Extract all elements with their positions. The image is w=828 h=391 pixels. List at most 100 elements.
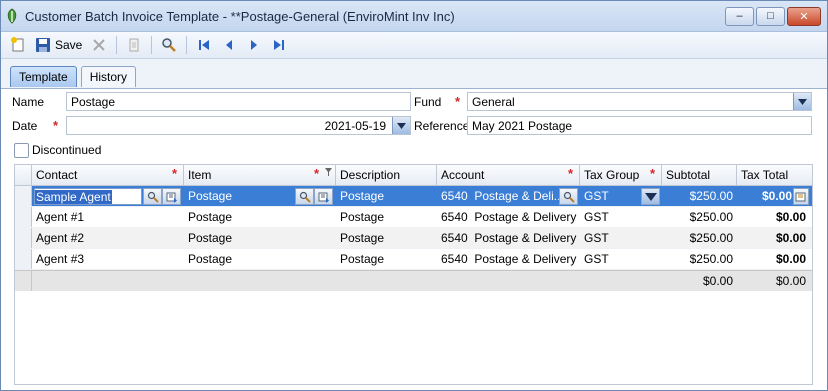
subtotal-total: $0.00 (702, 274, 733, 288)
column-header-account[interactable]: Account * (437, 165, 580, 185)
row-header-corner (15, 165, 32, 185)
tab-strip: Template History (1, 63, 827, 87)
account-cell[interactable]: 6540 Postage & Deli... (437, 186, 580, 206)
subtotal-cell[interactable]: $250.00 (662, 207, 737, 227)
invoice-lines-grid: Contact * Item * Description Account * T… (14, 164, 813, 385)
first-record-icon (199, 40, 210, 50)
toolbar-separator (116, 36, 118, 54)
fund-label: Fund (414, 95, 442, 109)
table-row[interactable]: Agent #1 Postage Postage 6540 Postage & … (15, 207, 812, 228)
required-mark: * (171, 166, 177, 181)
row-header[interactable] (15, 228, 32, 248)
item-lookup-button[interactable] (295, 188, 314, 205)
description-cell[interactable]: Postage (336, 207, 437, 227)
item-cell[interactable]: Postage (184, 207, 336, 227)
delete-button[interactable] (88, 35, 110, 55)
title-bar[interactable]: Customer Batch Invoice Template - **Post… (1, 1, 827, 32)
last-record-button[interactable] (268, 35, 290, 55)
lookup-icon (563, 191, 575, 203)
tax-group-cell[interactable]: GST (580, 186, 662, 206)
close-button[interactable]: ✕ (787, 6, 821, 26)
maximize-button[interactable]: □ (756, 6, 785, 26)
first-record-button[interactable] (193, 35, 215, 55)
name-input[interactable]: Postage (66, 92, 411, 111)
column-header-label: Item (188, 168, 212, 182)
next-record-button[interactable] (243, 35, 265, 55)
contact-cell[interactable]: Agent #1 (32, 207, 184, 227)
date-value: 2021-05-19 (324, 118, 386, 133)
column-header-contact[interactable]: Contact * (32, 165, 184, 185)
tab-template[interactable]: Template (10, 66, 77, 87)
toolbar-separator (151, 36, 153, 54)
previous-record-icon (226, 40, 233, 50)
tax-total-cell[interactable]: $0.00 (737, 207, 810, 227)
column-header-label: Contact (36, 168, 78, 182)
row-header[interactable] (15, 249, 32, 269)
details-icon (318, 192, 329, 203)
date-dropdown-button[interactable] (392, 117, 410, 134)
account-lookup-button[interactable] (559, 188, 578, 205)
account-cell[interactable]: 6540 Postage & Delivery (437, 207, 580, 227)
contact-cell[interactable]: Sample Agent (32, 186, 184, 206)
column-header-item[interactable]: Item * (184, 165, 336, 185)
tax-total-details-button[interactable] (793, 188, 809, 205)
last-record-icon (274, 40, 285, 50)
subtotal-cell[interactable]: $250.00 (662, 249, 737, 269)
subtotal-cell[interactable]: $250.00 (662, 228, 737, 248)
account-cell[interactable]: 6540 Postage & Delivery (437, 249, 580, 269)
tax-total-cell[interactable]: $0.00 (737, 249, 810, 269)
item-details-button[interactable] (314, 188, 333, 205)
reference-input[interactable]: May 2021 Postage (467, 116, 812, 135)
contact-lookup-button[interactable] (143, 188, 162, 205)
item-cell[interactable]: Postage (184, 249, 336, 269)
description-cell[interactable]: Postage (336, 228, 437, 248)
find-button[interactable] (158, 35, 180, 55)
table-row[interactable]: Agent #2 Postage Postage 6540 Postage & … (15, 228, 812, 249)
table-row[interactable]: Sample Agent Postage Postage 6540 Postag… (15, 186, 812, 207)
totals-spacer (32, 271, 662, 291)
description-cell[interactable]: Postage (336, 249, 437, 269)
column-header-tax-total[interactable]: Tax Total (737, 165, 810, 185)
tax-group-cell[interactable]: GST (580, 228, 662, 248)
column-header-subtotal[interactable]: Subtotal (662, 165, 737, 185)
save-button[interactable]: Save (32, 35, 85, 55)
new-button[interactable] (7, 35, 29, 55)
table-row[interactable]: Agent #3 Postage Postage 6540 Postage & … (15, 249, 812, 270)
item-cell[interactable]: Postage (184, 228, 336, 248)
tax-total-total: $0.00 (775, 274, 806, 288)
contact-cell[interactable]: Agent #3 (32, 249, 184, 269)
previous-record-button[interactable] (218, 35, 240, 55)
contact-input[interactable]: Sample Agent (34, 188, 142, 205)
tax-total-cell[interactable]: $0.00 (737, 186, 810, 206)
description-cell[interactable]: Postage (336, 186, 437, 206)
column-header-tax-group[interactable]: Tax Group * (580, 165, 662, 185)
print-icon (129, 38, 139, 52)
date-required-mark: * (53, 118, 59, 133)
grid-empty-area[interactable] (15, 291, 812, 384)
item-cell[interactable]: Postage (184, 186, 336, 206)
contact-details-button[interactable] (162, 188, 181, 205)
required-mark: * (567, 166, 573, 181)
discontinued-checkbox[interactable] (14, 143, 29, 158)
minimize-button[interactable]: – (725, 6, 754, 26)
fund-dropdown-button[interactable] (793, 93, 811, 110)
account-cell[interactable]: 6540 Postage & Delivery (437, 228, 580, 248)
tax-group-cell[interactable]: GST (580, 207, 662, 227)
toolbar-separator (186, 36, 188, 54)
tax-group-dropdown-button[interactable] (641, 188, 660, 205)
column-header-description[interactable]: Description (336, 165, 437, 185)
tab-history[interactable]: History (80, 66, 137, 87)
tax-group-cell[interactable]: GST (580, 249, 662, 269)
column-header-label: Description (340, 168, 401, 182)
row-header[interactable] (15, 207, 32, 227)
tax-total-cell[interactable]: $0.00 (737, 228, 810, 248)
date-label: Date (12, 119, 38, 133)
print-button[interactable] (123, 35, 145, 55)
filter-icon[interactable] (325, 168, 332, 176)
row-header[interactable] (15, 186, 32, 206)
contact-cell[interactable]: Agent #2 (32, 228, 184, 248)
subtotal-cell[interactable]: $250.00 (662, 186, 737, 206)
date-input[interactable]: 2021-05-19 (66, 116, 411, 135)
fund-select[interactable]: General (467, 92, 812, 111)
app-icon (7, 8, 17, 24)
